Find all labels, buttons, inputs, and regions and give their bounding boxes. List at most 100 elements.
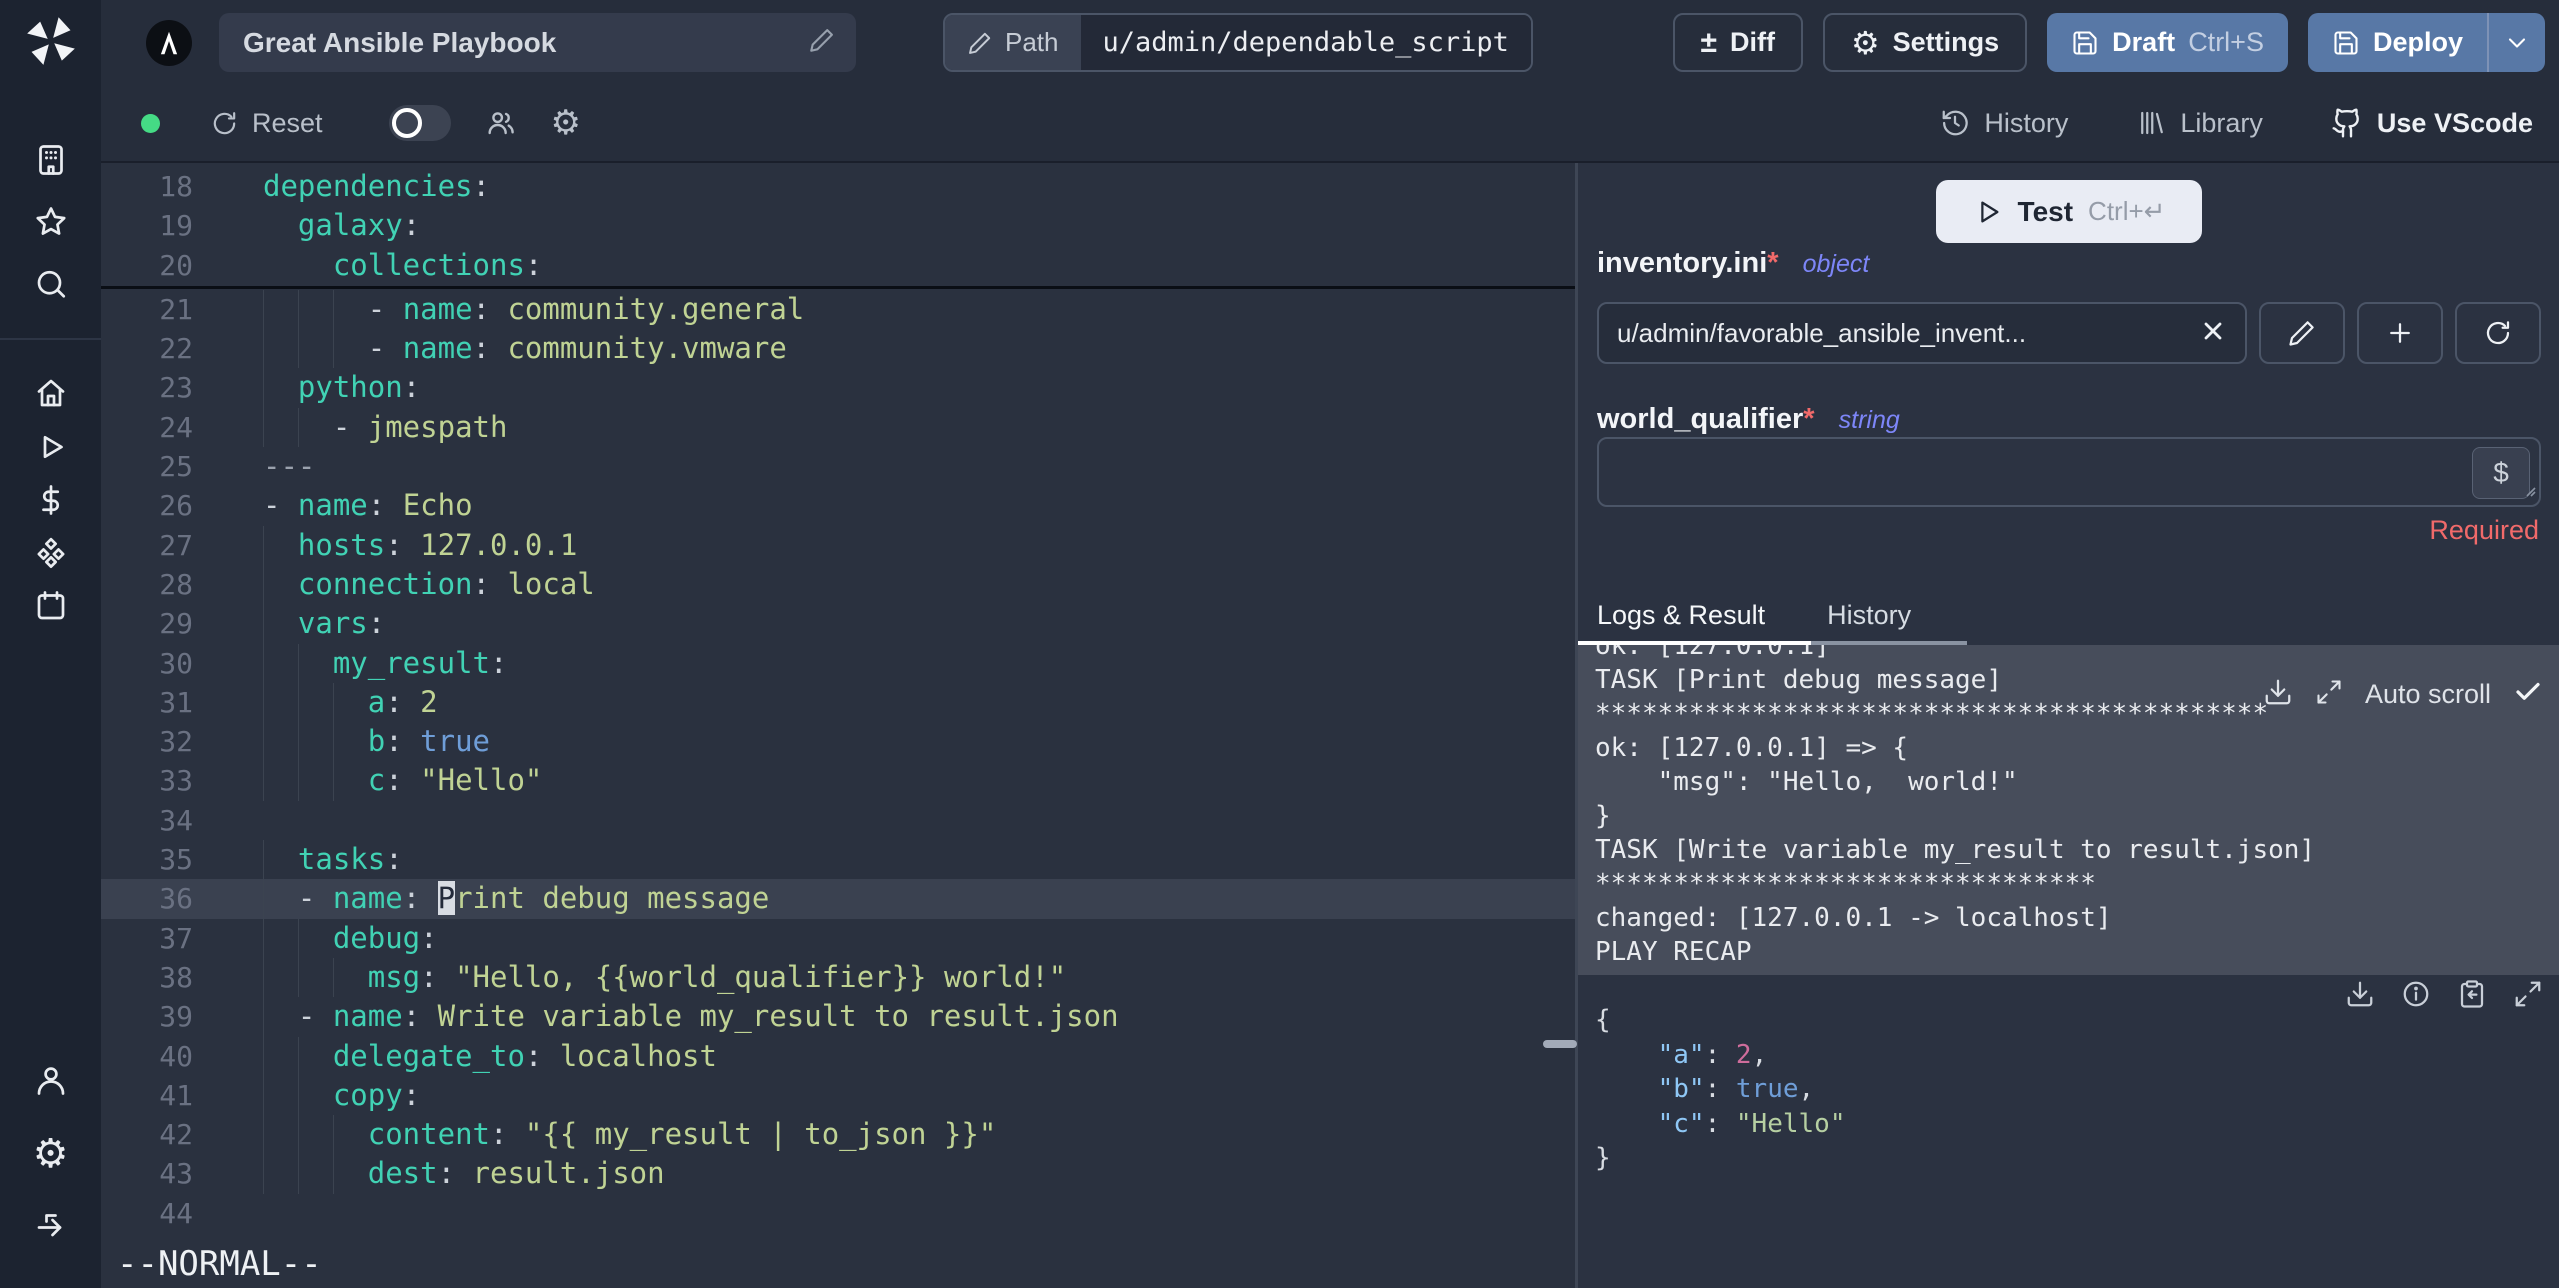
tab-logs-result[interactable]: Logs & Result bbox=[1597, 600, 1765, 631]
result-json-line: { bbox=[1595, 1005, 1611, 1035]
preview-panel: Test Ctrl+↵ inventory.ini* object u/admi… bbox=[1578, 163, 2559, 1288]
code-line-26[interactable]: 26 - name: Echo bbox=[101, 486, 1575, 525]
refresh-resource-button[interactable] bbox=[2455, 302, 2541, 364]
test-button[interactable]: Test Ctrl+↵ bbox=[1936, 180, 2202, 243]
library-button[interactable]: Library bbox=[2136, 108, 2263, 139]
tab-history[interactable]: History bbox=[1827, 600, 1911, 631]
user-icon[interactable] bbox=[0, 1062, 101, 1098]
code-line-25[interactable]: 25 --- bbox=[101, 447, 1575, 486]
line-number: 24 bbox=[159, 410, 193, 444]
add-resource-button[interactable] bbox=[2357, 302, 2443, 364]
code-line-29[interactable]: 29 vars: bbox=[101, 604, 1575, 644]
download-logs-icon[interactable] bbox=[2263, 677, 2293, 712]
code-line-44[interactable]: 44 bbox=[101, 1194, 1575, 1233]
settings-button[interactable]: ⚙ Settings bbox=[1822, 13, 2028, 72]
code-line-27[interactable]: 27 hosts: 127.0.0.1 bbox=[101, 525, 1575, 565]
editor-settings-gear-icon[interactable]: ⚙ bbox=[551, 106, 581, 140]
code-line-32[interactable]: 32 b: true bbox=[101, 722, 1575, 762]
pencil-icon bbox=[2289, 321, 2314, 346]
code-line-41[interactable]: 41 copy: bbox=[101, 1075, 1575, 1116]
code-line-19[interactable]: 19 galaxy: bbox=[101, 206, 1575, 245]
field-name: inventory.ini bbox=[1597, 247, 1768, 279]
path-value[interactable]: u/admin/dependable_script bbox=[1080, 15, 1531, 70]
code-line-18[interactable]: 18 dependencies: bbox=[101, 167, 1575, 206]
diff-button[interactable]: ± Diff bbox=[1672, 13, 1803, 72]
search-icon[interactable] bbox=[0, 267, 101, 303]
code-line-30[interactable]: 30 my_result: bbox=[101, 643, 1575, 683]
library-label: Library bbox=[2180, 107, 2263, 138]
code-line-36[interactable]: 36 - name: Print debug message bbox=[101, 879, 1575, 919]
draft-button[interactable]: Draft Ctrl+S bbox=[2047, 13, 2288, 72]
code-line-39[interactable]: 39 - name: Write variable my_result to r… bbox=[101, 997, 1575, 1037]
multiplayer-users-icon[interactable] bbox=[485, 107, 517, 139]
expand-result-icon[interactable] bbox=[2513, 979, 2543, 1009]
code-line-33[interactable]: 33 c: "Hello" bbox=[101, 761, 1575, 801]
path-group[interactable]: Path u/admin/dependable_script bbox=[943, 13, 1533, 72]
auto-scroll-checkmark[interactable] bbox=[2513, 677, 2543, 712]
inventory-resource-value: u/admin/favorable_ansible_invent... bbox=[1617, 317, 2027, 348]
line-number: 28 bbox=[159, 567, 193, 601]
panel-splitter[interactable] bbox=[1575, 163, 1578, 1288]
line-number: 42 bbox=[159, 1118, 193, 1152]
code-line-40[interactable]: 40 delegate_to: localhost bbox=[101, 1036, 1575, 1076]
refresh-icon bbox=[213, 111, 236, 134]
code-line-22[interactable]: 22 - name: community.vmware bbox=[101, 329, 1575, 369]
line-number: 35 bbox=[159, 843, 193, 877]
topbar-actions: ± Diff ⚙ Settings Draft Ctrl+S Deploy bbox=[1672, 13, 2545, 72]
line-number: 44 bbox=[159, 1196, 193, 1230]
draft-shortcut: Ctrl+S bbox=[2188, 27, 2264, 57]
splitter-grip[interactable] bbox=[1543, 1040, 1577, 1048]
line-number: 38 bbox=[159, 960, 193, 994]
reset-button[interactable]: Reset bbox=[210, 108, 323, 139]
resources-cubes-icon[interactable] bbox=[0, 535, 101, 571]
variables-dollar-icon[interactable] bbox=[0, 482, 101, 518]
code-line-34[interactable]: 34 bbox=[101, 801, 1575, 840]
code-line-35[interactable]: 35 tasks: bbox=[101, 840, 1575, 880]
workspace-icon[interactable] bbox=[0, 142, 101, 178]
use-vscode-button[interactable]: Use VScode bbox=[2331, 107, 2533, 139]
deploy-dropdown-button[interactable] bbox=[2489, 13, 2545, 72]
history-button[interactable]: History bbox=[1940, 108, 2068, 139]
resize-handle[interactable] bbox=[2521, 482, 2537, 503]
code-line-23[interactable]: 23 python: bbox=[101, 368, 1575, 408]
use-vscode-label: Use VScode bbox=[2376, 107, 2533, 138]
code-editor[interactable]: 18 dependencies: 19 galaxy: 20 collections:… bbox=[101, 163, 1575, 1288]
windmill-logo-icon[interactable] bbox=[0, 14, 101, 66]
diff-mode-toggle[interactable] bbox=[388, 105, 451, 141]
deploy-button[interactable]: Deploy bbox=[2308, 13, 2487, 72]
expand-logs-icon[interactable] bbox=[2315, 678, 2343, 711]
code-line-37[interactable]: 37 debug: bbox=[101, 918, 1575, 958]
download-result-icon[interactable] bbox=[2345, 979, 2375, 1009]
log-line: } bbox=[1595, 801, 1611, 831]
code-text: - name: community.general bbox=[193, 289, 804, 330]
settings-gear-icon[interactable]: ⚙ bbox=[0, 1134, 101, 1174]
script-title-field[interactable]: Great Ansible Playbook bbox=[219, 13, 856, 72]
code-line-28[interactable]: 28 connection: local bbox=[101, 564, 1575, 605]
code-line-20[interactable]: 20 collections: bbox=[101, 246, 1575, 285]
home-icon[interactable] bbox=[0, 375, 101, 411]
code-line-38[interactable]: 38 msg: "Hello, {{world_qualifier}} worl… bbox=[101, 957, 1575, 998]
code-line-24[interactable]: 24 - jmespath bbox=[101, 407, 1575, 448]
result-json-line: "a": 2, bbox=[1657, 1039, 1768, 1070]
world-qualifier-textarea[interactable]: $ bbox=[1597, 437, 2541, 507]
info-icon[interactable] bbox=[2401, 979, 2431, 1009]
code-line-43[interactable]: 43 dest: result.json bbox=[101, 1154, 1575, 1194]
code-text: msg: "Hello, {{world_qualifier}} world!" bbox=[193, 957, 1066, 998]
schedules-calendar-icon[interactable] bbox=[0, 588, 101, 624]
copy-result-icon[interactable] bbox=[2457, 979, 2487, 1009]
path-label-segment[interactable]: Path bbox=[945, 15, 1081, 70]
favorites-star-icon[interactable] bbox=[0, 204, 101, 240]
editor-toolbar: Reset ⚙ History Library Use VScode bbox=[101, 85, 2559, 163]
line-number: 19 bbox=[159, 209, 193, 243]
inventory-resource-input[interactable]: u/admin/favorable_ansible_invent... bbox=[1597, 302, 2247, 364]
code-line-31[interactable]: 31 a: 2 bbox=[101, 682, 1575, 723]
code-line-42[interactable]: 42 content: "{{ my_result | to_json }}" bbox=[101, 1115, 1575, 1155]
edit-title-pencil-icon[interactable] bbox=[808, 26, 836, 59]
runs-play-icon[interactable] bbox=[0, 429, 101, 465]
topbar: Great Ansible Playbook Path u/admin/depe… bbox=[101, 0, 2559, 85]
code-line-21[interactable]: 21 - name: community.general bbox=[101, 289, 1575, 330]
logout-icon[interactable] bbox=[0, 1208, 101, 1244]
edit-resource-button[interactable] bbox=[2259, 302, 2345, 364]
clear-x-icon[interactable] bbox=[2199, 317, 2227, 350]
